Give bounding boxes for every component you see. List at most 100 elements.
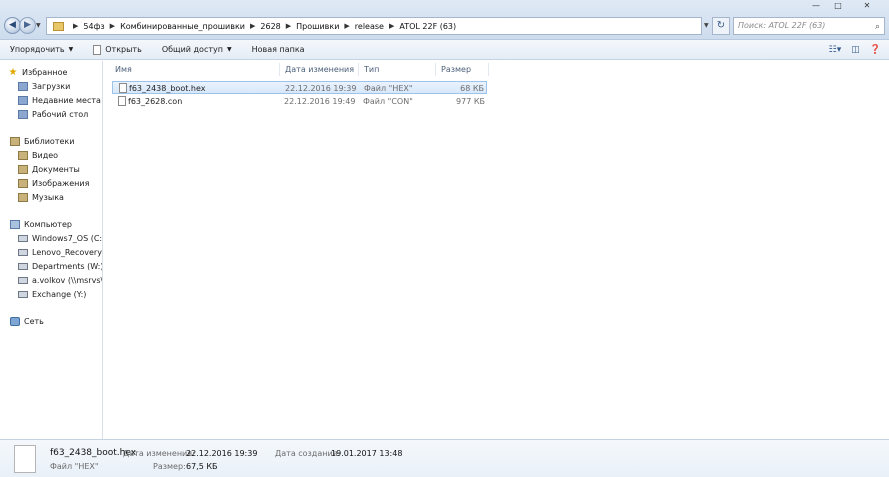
chevron-down-icon: ▼	[68, 46, 74, 53]
column-header-size[interactable]: Размер	[441, 65, 471, 74]
view-options-icon[interactable]: ☷▾	[829, 45, 842, 55]
breadcrumb-atol-22f[interactable]: ATOL 22F (63)	[399, 22, 456, 31]
nav-item-recovery[interactable]: Lenovo_Recovery (C	[18, 248, 102, 257]
nav-item-label: Windows7_OS (C:)	[32, 234, 103, 243]
chevron-right-icon[interactable]: ▶	[389, 22, 394, 30]
desktop-icon	[18, 110, 28, 119]
search-icon: ⌕	[874, 22, 880, 32]
nav-item-departments[interactable]: Departments (W:)	[18, 262, 103, 271]
network-icon	[10, 317, 20, 326]
address-history-dropdown[interactable]: ▼	[704, 22, 709, 29]
recent-pages-dropdown[interactable]: ▼	[36, 22, 41, 29]
column-divider[interactable]	[435, 63, 436, 76]
nav-item-label: Lenovo_Recovery (C	[32, 248, 102, 257]
details-modified-label: Дата изменения:	[123, 449, 195, 458]
nav-item-label: a.volkov (\\msrvs\h	[32, 276, 103, 285]
chevron-right-icon[interactable]: ▶	[250, 22, 255, 30]
organize-button[interactable]: Упорядочить ▼	[10, 45, 73, 54]
search-input[interactable]: Поиск: ATOL 22F (63) ⌕	[733, 17, 885, 35]
nav-item-exchange[interactable]: Exchange (Y:)	[18, 290, 86, 299]
nav-computer[interactable]: Компьютер	[10, 220, 72, 229]
forward-button[interactable]: ▶	[19, 17, 36, 34]
address-bar[interactable]: ▶ 54фз ▶ Комбинированные_прошивки ▶ 2628…	[46, 17, 702, 35]
breadcrumb-54fz[interactable]: 54фз	[83, 22, 104, 31]
column-divider[interactable]	[358, 63, 359, 76]
nav-item-downloads[interactable]: Загрузки	[18, 82, 70, 91]
nav-item-recent-places[interactable]: Недавние места	[18, 96, 101, 105]
organize-label: Упорядочить	[10, 45, 65, 54]
chevron-right-icon[interactable]: ▶	[286, 22, 291, 30]
column-divider[interactable]	[279, 63, 280, 76]
file-size: 977 КБ	[456, 97, 485, 106]
column-header-name[interactable]: Имя	[115, 65, 132, 74]
details-pane: f63_2438_boot.hex Файл "HEX" Дата измене…	[0, 439, 889, 477]
new-folder-label: Новая папка	[251, 45, 305, 54]
nav-item-desktop[interactable]: Рабочий стол	[18, 110, 88, 119]
nav-network[interactable]: Сеть	[10, 317, 44, 326]
nav-favorites-label: Избранное	[22, 68, 68, 77]
document-icon	[93, 44, 102, 55]
file-row[interactable]: f63_2438_boot.hex 22.12.2016 19:39 Файл …	[112, 81, 487, 94]
nav-item-label: Видео	[32, 151, 59, 160]
nav-computer-label: Компьютер	[24, 220, 72, 229]
nav-item-pictures[interactable]: Изображения	[18, 179, 89, 188]
minimize-button[interactable]: —	[805, 0, 827, 13]
navigation-pane: ★ Избранное Загрузки Недавние места Рабо…	[0, 61, 103, 439]
file-list: Имя Дата изменения Тип Размер f63_2438_b…	[104, 61, 889, 439]
network-drive-icon	[18, 263, 28, 270]
nav-item-label: Departments (W:)	[32, 262, 103, 271]
arrow-right-icon: ▶	[24, 20, 31, 30]
details-created-value: 19.01.2017 13:48	[331, 449, 403, 458]
nav-item-drive-c[interactable]: Windows7_OS (C:)	[18, 234, 103, 243]
nav-item-video[interactable]: Видео	[18, 151, 58, 160]
pictures-library-icon	[18, 179, 28, 188]
nav-network-label: Сеть	[24, 317, 44, 326]
open-label: Открыть	[105, 45, 142, 54]
details-size-label: Размер:	[153, 462, 186, 471]
close-button[interactable]: ✕	[849, 0, 885, 13]
refresh-button[interactable]: ↻	[712, 17, 730, 35]
nav-item-documents[interactable]: Документы	[18, 165, 80, 174]
breadcrumb-2628[interactable]: 2628	[260, 22, 280, 31]
open-button[interactable]: Открыть	[93, 44, 142, 55]
nav-libraries[interactable]: Библиотеки	[10, 137, 74, 146]
nav-favorites[interactable]: ★ Избранное	[8, 67, 68, 78]
window-controls: — □ ✕	[805, 0, 885, 13]
details-file-type: Файл "HEX"	[50, 462, 99, 471]
column-header-date[interactable]: Дата изменения	[285, 65, 354, 74]
chevron-right-icon[interactable]: ▶	[73, 22, 78, 30]
star-icon: ★	[8, 67, 18, 78]
documents-library-icon	[18, 165, 28, 174]
share-button[interactable]: Общий доступ ▼	[162, 45, 232, 54]
video-library-icon	[18, 151, 28, 160]
chevron-down-icon: ▼	[226, 46, 232, 53]
library-icon	[10, 137, 20, 146]
column-divider[interactable]	[488, 63, 489, 76]
file-row[interactable]: f63_2628.con 22.12.2016 19:49 Файл "CON"…	[112, 95, 487, 108]
share-label: Общий доступ	[161, 45, 223, 54]
file-type: Файл "HEX"	[364, 84, 413, 93]
column-header-type[interactable]: Тип	[364, 65, 379, 74]
search-placeholder: Поиск: ATOL 22F (63)	[738, 21, 826, 30]
nav-item-music[interactable]: Музыка	[18, 193, 64, 202]
help-icon[interactable]: ❓	[870, 45, 881, 55]
file-icon	[118, 96, 126, 106]
chevron-right-icon[interactable]: ▶	[110, 22, 115, 30]
music-library-icon	[18, 193, 28, 202]
file-preview-icon	[14, 445, 36, 473]
breadcrumb-combined-firmware[interactable]: Комбинированные_прошивки	[120, 22, 245, 31]
downloads-folder-icon	[18, 82, 28, 91]
title-bar: — □ ✕ ◀ ▶ ▼ ▶ 54фз ▶ Комбинированные_про…	[0, 0, 889, 40]
nav-item-label: Загрузки	[32, 82, 71, 91]
network-drive-icon	[18, 277, 28, 284]
nav-item-home-drive[interactable]: a.volkov (\\msrvs\h	[18, 276, 103, 285]
new-folder-button[interactable]: Новая папка	[252, 45, 305, 54]
preview-pane-icon[interactable]: ◫	[851, 45, 860, 55]
nav-item-label: Музыка	[32, 193, 64, 202]
nav-item-label: Документы	[32, 165, 80, 174]
chevron-right-icon[interactable]: ▶	[344, 22, 349, 30]
breadcrumb-firmware[interactable]: Прошивки	[296, 22, 339, 31]
maximize-button[interactable]: □	[827, 0, 849, 13]
breadcrumb-release[interactable]: release	[355, 22, 384, 31]
file-date: 22.12.2016 19:39	[285, 84, 357, 93]
